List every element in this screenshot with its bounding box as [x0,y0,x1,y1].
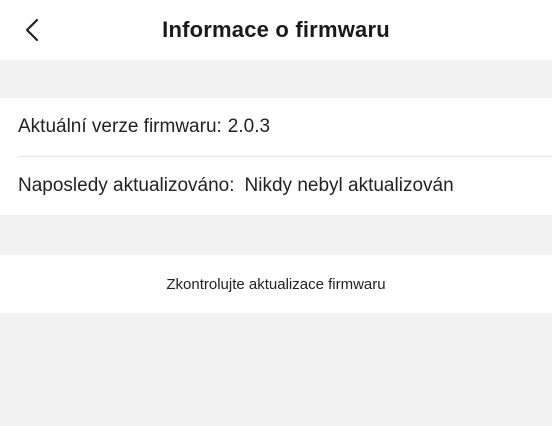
check-firmware-updates-button[interactable]: Zkontrolujte aktualizace firmwaru [0,255,552,313]
bottom-empty-area [0,313,552,426]
check-firmware-updates-label: Zkontrolujte aktualizace firmwaru [166,275,386,293]
app-header: Informace o firmwaru [0,0,552,60]
current-version-label: Aktuální verze firmwaru: [18,116,222,137]
current-version-value: 2.0.3 [227,116,271,137]
last-updated-row: Naposledy aktualizováno: Nikdy nebyl akt… [0,157,552,215]
last-updated-label: Naposledy aktualizováno: [18,175,235,196]
section-spacer [0,215,552,255]
firmware-info-list: Aktuální verze firmwaru: 2.0.3 Naposledy… [0,98,552,215]
section-spacer [0,60,552,98]
current-version-row: Aktuální verze firmwaru: 2.0.3 [0,98,552,156]
last-updated-value: Nikdy nebyl aktualizován [244,175,454,196]
page-title: Informace o firmwaru [162,17,390,42]
